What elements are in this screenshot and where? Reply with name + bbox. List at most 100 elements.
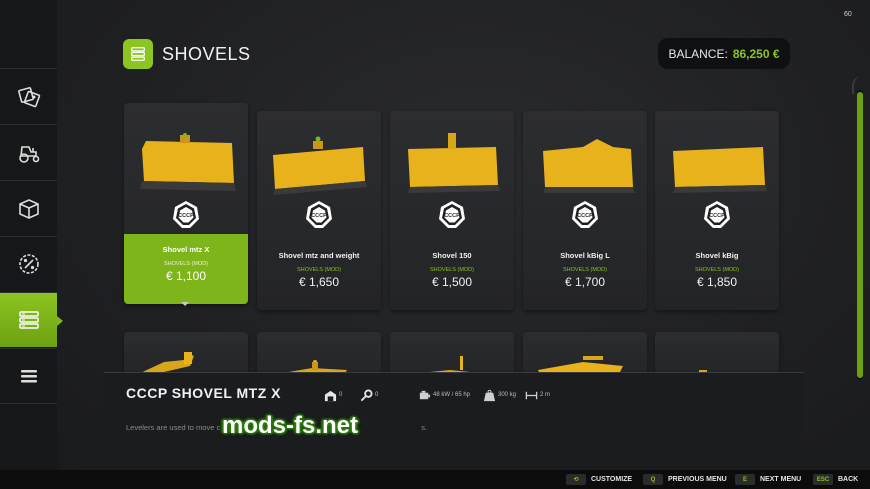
page-title: SHOVELS [162, 44, 251, 64]
item-price: € 1,100 [165, 269, 207, 283]
shovel-image: СССР [140, 133, 236, 228]
weight-value: 300 kg [498, 392, 517, 398]
item-category: SHOVELS (MOD) [296, 267, 341, 273]
list-icon [18, 311, 39, 329]
box-icon [18, 199, 39, 219]
shovel-image [410, 356, 490, 377]
item-detail-title: CCCP SHOVEL MTZ X [126, 385, 282, 401]
key-icon [360, 388, 373, 401]
watermark: mods-fs.net [222, 412, 359, 439]
weight-stat: 300 kg [483, 388, 516, 402]
item-category: SHOVELS (MOD) [694, 267, 739, 273]
shop-item-card-row2[interactable] [124, 332, 248, 377]
selection-caret-icon [181, 302, 189, 306]
item-name: Shovel mtz X [162, 245, 210, 254]
shop-item-card[interactable]: СССР Shovel 150 SHOVELS (MOD) € 1,500 [390, 111, 514, 310]
balance-value: 86,250 € [732, 46, 780, 61]
sidebar-item-sales[interactable] [0, 68, 57, 123]
hint-next-menu[interactable]: E NEXT MENU [735, 474, 801, 485]
cccp-logo-icon: СССР [306, 201, 332, 228]
hint-customize[interactable]: ⟲ CUSTOMIZE [566, 474, 632, 485]
shop-item-card-row2[interactable] [655, 332, 779, 377]
svg-text:СССР: СССР [577, 213, 593, 219]
previous-menu-key: Q [643, 474, 663, 485]
power-value: 48 kW / 65 hp [433, 392, 471, 398]
hint-label: CUSTOMIZE [591, 476, 633, 483]
menu-icon [20, 370, 37, 383]
key-count-value: 0 [375, 392, 379, 398]
hint-label: NEXT MENU [760, 476, 802, 483]
fps-counter: 60 [844, 11, 852, 18]
cccp-logo-icon: СССР [704, 201, 730, 228]
item-category: SHOVELS (MOD) [429, 267, 474, 273]
power-stat: 48 kW / 65 hp [418, 388, 470, 402]
shovel-image [699, 370, 707, 376]
svg-text:СССР: СССР [178, 213, 194, 219]
shop-screen: SHOVELS BALANCE: 86,250 € 60 СССР Shovel … [0, 0, 870, 489]
item-description-start: Levelers are used to move c [126, 423, 221, 432]
shovel-image: СССР [408, 133, 500, 228]
width-icon [525, 391, 538, 399]
balance-label: BALANCE: [668, 46, 728, 61]
item-name: Shovel mtz and weight [278, 251, 360, 260]
shop-item-card[interactable]: СССР Shovel kBig L SHOVELS (MOD) € 1,700 [523, 111, 647, 310]
tag-icon [17, 87, 40, 108]
item-description-end: s. [421, 423, 428, 432]
key-count: 0 [360, 388, 378, 402]
garage-icon [324, 390, 337, 401]
shop-item-card[interactable]: СССР Shovel kBig SHOVELS (MOD) € 1,850 [655, 111, 779, 310]
cccp-logo-icon: СССР [173, 201, 199, 228]
width-stat: 2 m [525, 388, 550, 402]
hint-back[interactable]: ESC BACK [813, 474, 858, 485]
cccp-logo-icon: СССР [572, 201, 598, 228]
sidebar-item-menu[interactable] [0, 348, 57, 403]
sidebar [0, 0, 63, 470]
page-icon [123, 39, 153, 69]
shovel-image: СССР [543, 139, 635, 228]
balance-display: BALANCE: 86,250 € [658, 38, 790, 69]
svg-text:СССР: СССР [709, 213, 725, 219]
shovel-image: СССР [273, 136, 367, 228]
garage-count-value: 0 [339, 392, 343, 398]
shop-item-card[interactable]: СССР Shovel mtz and weight SHOVELS (MOD) € … [257, 111, 381, 310]
shop-item-card-row2[interactable] [257, 332, 381, 377]
customize-key: ⟲ [566, 474, 586, 485]
item-name: Shovel kBig [695, 251, 739, 260]
svg-text:СССР: СССР [444, 213, 460, 219]
sidebar-item-vehicles[interactable] [0, 124, 57, 179]
shop-category-icon [131, 47, 145, 61]
item-price: € 1,850 [696, 275, 738, 289]
item-name: Shovel 150 [432, 251, 472, 260]
scrollbar-thumb[interactable] [857, 92, 863, 378]
shop-item-card[interactable]: СССР Shovel mtz X SHOVELS (MOD) € 1,100 [124, 103, 248, 304]
hint-label: PREVIOUS MENU [668, 476, 727, 483]
shop-item-card-row2[interactable] [523, 332, 647, 377]
width-value: 2 m [540, 392, 551, 398]
item-category: SHOVELS (MOD) [163, 261, 208, 267]
item-price: € 1,650 [298, 275, 340, 289]
percent-badge-icon [18, 254, 39, 274]
engine-icon [419, 390, 431, 399]
sidebar-item-categories[interactable] [0, 292, 63, 347]
svg-text:СССР: СССР [311, 213, 327, 219]
weight-icon [483, 389, 496, 401]
shop-item-card-row2[interactable] [390, 332, 514, 377]
tractor-icon [18, 146, 39, 163]
item-name: Shovel kBig L [560, 251, 610, 260]
garage-count: 0 [324, 388, 342, 402]
sidebar-item-objects[interactable] [0, 180, 57, 235]
back-key: ESC [813, 474, 833, 485]
shovel-image [277, 360, 347, 376]
item-category: SHOVELS (MOD) [562, 267, 607, 273]
cccp-logo-icon: СССР [439, 201, 465, 228]
item-price: € 1,700 [564, 275, 606, 289]
next-menu-key: E [735, 474, 755, 485]
sidebar-divider [0, 403, 57, 404]
sidebar-item-sales-offers[interactable] [0, 236, 57, 291]
shovel-arm-image [134, 352, 194, 376]
hint-label: BACK [838, 476, 859, 483]
shovel-image: СССР [673, 147, 767, 228]
hint-previous-menu[interactable]: Q PREVIOUS MENU [643, 474, 727, 485]
shovel-image [538, 356, 623, 376]
item-price: € 1,500 [431, 275, 473, 289]
